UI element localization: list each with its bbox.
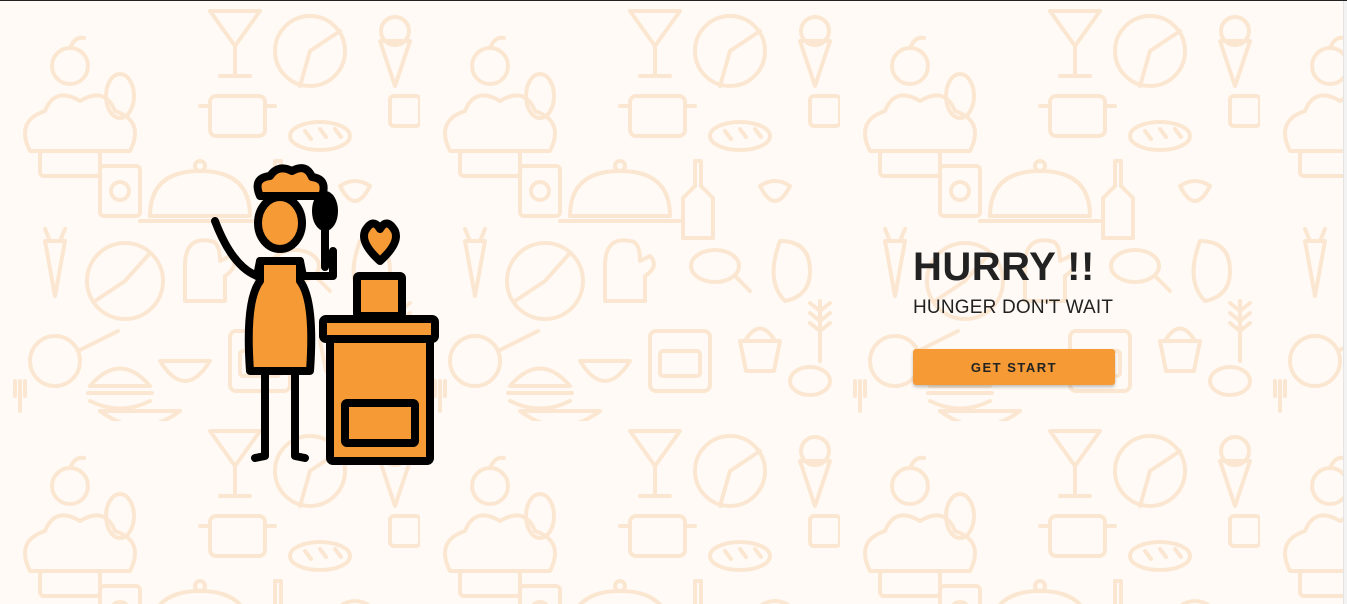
hero-title: HURRY !! [913,245,1095,289]
scrollbar-track[interactable] [1343,1,1347,604]
landing-page: HURRY !! HUNGER DON'T WAIT GET START [0,0,1347,604]
hero-cta-panel: HURRY !! HUNGER DON'T WAIT GET START [913,241,1173,385]
chef-cooking-icon [211,164,439,465]
hero-subtitle: HUNGER DON'T WAIT [913,297,1114,318]
get-start-button[interactable]: GET START [913,349,1115,385]
